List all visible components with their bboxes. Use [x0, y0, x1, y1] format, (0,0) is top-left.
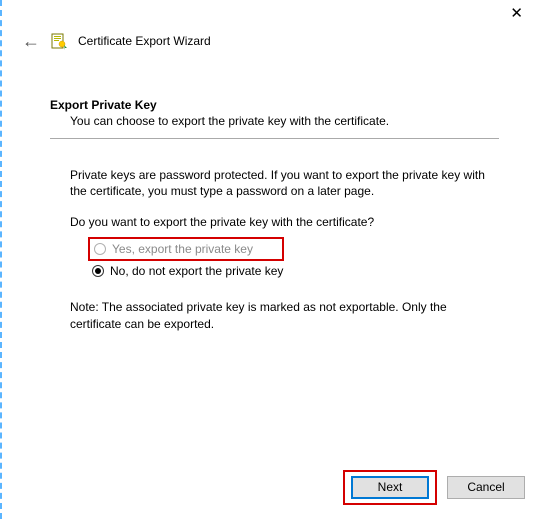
radio-icon: [92, 265, 104, 277]
next-highlight: Next: [343, 470, 437, 505]
section-subheading: You can choose to export the private key…: [50, 114, 499, 128]
wizard-title: Certificate Export Wizard: [78, 34, 211, 48]
note-text: Note: The associated private key is mark…: [70, 299, 499, 331]
prompt-text: Do you want to export the private key wi…: [70, 215, 499, 229]
next-button[interactable]: Next: [351, 476, 429, 499]
wizard-header: ← Certificate Export Wizard: [2, 26, 539, 56]
certificate-icon: [50, 32, 68, 50]
divider: [50, 138, 499, 139]
wizard-footer: Next Cancel: [343, 470, 525, 505]
radio-yes-export: Yes, export the private key: [88, 237, 284, 261]
radio-no-label: No, do not export the private key: [110, 264, 283, 278]
back-arrow-icon[interactable]: ←: [22, 32, 40, 50]
export-key-radio-group: Yes, export the private key No, do not e…: [70, 237, 499, 281]
section-heading: Export Private Key: [50, 98, 499, 112]
cancel-button[interactable]: Cancel: [447, 476, 525, 499]
radio-no-export[interactable]: No, do not export the private key: [88, 261, 499, 281]
close-icon[interactable]: ✕: [502, 4, 531, 18]
radio-yes-label: Yes, export the private key: [112, 242, 253, 256]
intro-text: Private keys are password protected. If …: [70, 167, 499, 199]
radio-icon: [94, 243, 106, 255]
